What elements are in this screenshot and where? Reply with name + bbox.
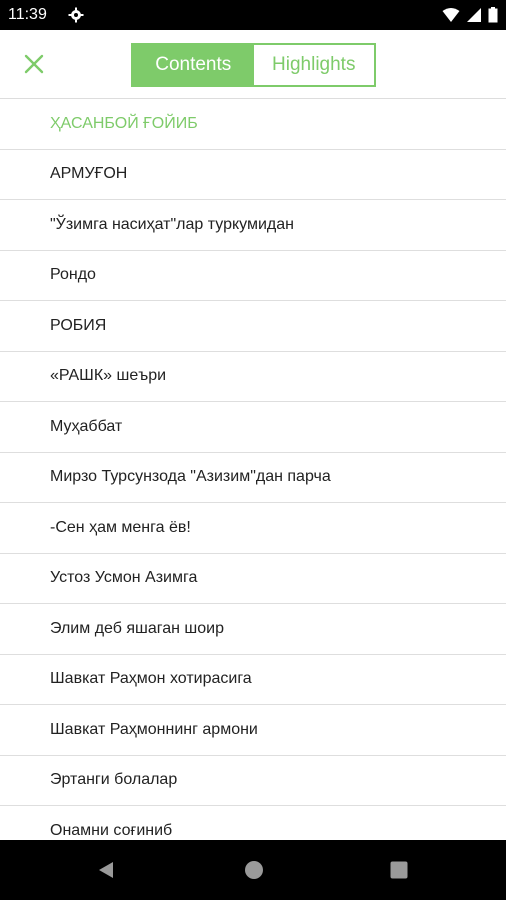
toc-item[interactable]: Шавкат Раҳмоннинг армони (0, 705, 506, 756)
toc-item[interactable]: Онамни соғиниб (0, 806, 506, 840)
toc-item-current[interactable]: ҲАСАНБОЙ ҒОЙИБ (0, 99, 506, 150)
toc-item[interactable]: Элим деб яшаган шоир (0, 604, 506, 655)
status-icons (442, 7, 498, 23)
recents-icon[interactable] (390, 861, 408, 879)
toc-item[interactable]: «РАШК» шеъри (0, 352, 506, 402)
signal-icon (467, 8, 481, 22)
tab-switcher: Contents Highlights (131, 43, 376, 87)
toc-item[interactable]: Муҳаббат (0, 402, 506, 453)
toc-item[interactable]: АРМУҒОН (0, 150, 506, 200)
close-icon[interactable] (20, 50, 48, 78)
status-time: 11:39 (8, 6, 47, 23)
tab-contents[interactable]: Contents (133, 45, 254, 85)
toc-item[interactable]: Рондо (0, 251, 506, 301)
toc-item[interactable]: РОБИЯ (0, 301, 506, 352)
back-icon[interactable] (96, 860, 116, 880)
toc-item[interactable]: Устоз Усмон Азимга (0, 554, 506, 604)
status-bar: 11:39 (0, 0, 506, 30)
battery-icon (488, 7, 498, 23)
toc-item[interactable]: "Ўзимга насиҳат"лар туркумидан (0, 200, 506, 251)
home-icon[interactable] (244, 860, 264, 880)
toc-list: ҲАСАНБОЙ ҒОЙИБ АРМУҒОН "Ўзимга насиҳат"л… (0, 99, 506, 840)
gear-icon (68, 7, 84, 23)
toc-item[interactable]: Шавкат Раҳмон хотирасига (0, 655, 506, 705)
tab-highlights[interactable]: Highlights (253, 45, 374, 85)
toc-header: Contents Highlights (0, 30, 506, 99)
navigation-bar (0, 840, 506, 900)
toc-item[interactable]: -Сен ҳам менга ёв! (0, 503, 506, 554)
wifi-icon (442, 8, 460, 22)
toc-item[interactable]: Эртанги болалар (0, 756, 506, 806)
toc-item[interactable]: Мирзо Турсунзода "Азизим"дан парча (0, 453, 506, 503)
